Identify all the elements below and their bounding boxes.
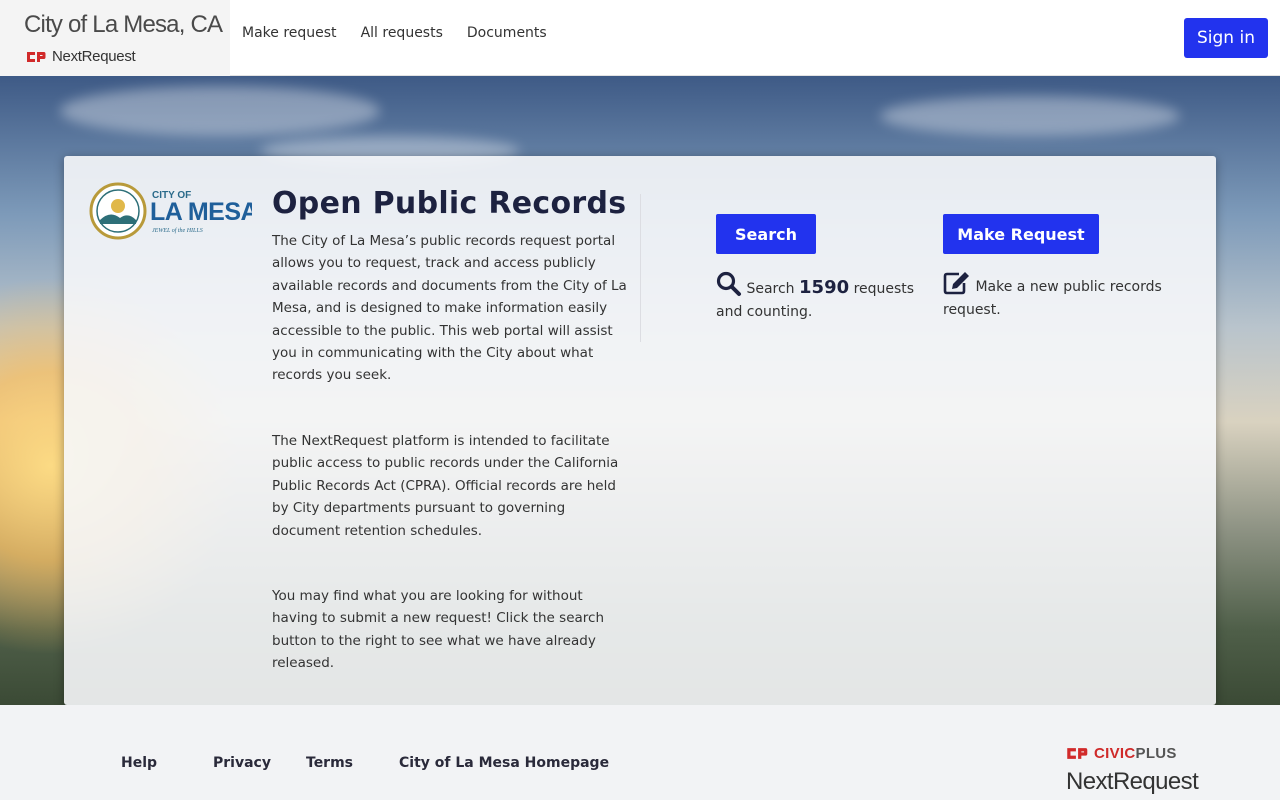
nav-documents[interactable]: Documents [467, 25, 547, 41]
civicplus-logo: CIVICPLUS [1066, 745, 1177, 762]
civicplus-logo-icon [1067, 748, 1088, 759]
nextrequest-logo-icon [27, 51, 46, 62]
edit-icon [943, 272, 969, 295]
civicplus-civic: CIVIC [1094, 745, 1136, 762]
cloud [880, 96, 1180, 136]
cloud [60, 86, 380, 136]
footer-terms-link[interactable]: Terms [306, 755, 353, 771]
make-request-desc-text: Make a new public records request. [943, 279, 1162, 318]
footer-privacy-link[interactable]: Privacy [213, 755, 271, 771]
civicplus-wordmark: CIVICPLUS [1094, 745, 1177, 762]
make-request-description: Make a new public records request. [943, 271, 1173, 322]
footer-help-link[interactable]: Help [121, 755, 157, 771]
hero-background: CITY OF LA MESA JEWEL of the HILLS Open … [0, 76, 1280, 705]
brand-block[interactable]: City of La Mesa, CA NextRequest [0, 0, 230, 76]
vertical-divider [640, 194, 641, 342]
city-title[interactable]: City of La Mesa, CA [24, 11, 223, 39]
seal-line3: JEWEL of the HILLS [152, 227, 203, 234]
sign-in-button[interactable]: Sign in [1184, 18, 1268, 58]
search-desc-prefix: Search [746, 281, 795, 297]
cpra-paragraph: The NextRequest platform is intended to … [272, 433, 619, 539]
footer-nextrequest-wordmark: NextRequest [1066, 768, 1199, 795]
la-mesa-seal-logo: CITY OF LA MESA JEWEL of the HILLS [89, 182, 252, 240]
main-nav: Make request All requests Documents [242, 25, 547, 41]
civicplus-plus: PLUS [1135, 745, 1177, 762]
nextrequest-brand: NextRequest [26, 48, 136, 65]
intro-paragraph: The City of La Mesa’s public records req… [272, 233, 627, 384]
seal-line2: LA MESA [150, 198, 252, 226]
search-icon [716, 271, 741, 296]
top-navbar: City of La Mesa, CA NextRequest Make req… [0, 0, 1280, 76]
make-request-button[interactable]: Make Request [943, 214, 1099, 254]
footer-homepage-link[interactable]: City of La Mesa Homepage [399, 755, 609, 771]
nav-all-requests[interactable]: All requests [361, 25, 443, 41]
intro-panel: CITY OF LA MESA JEWEL of the HILLS Open … [64, 156, 1216, 705]
page-title: Open Public Records [272, 186, 627, 221]
search-button[interactable]: Search [716, 214, 816, 254]
search-hint-paragraph: You may find what you are looking for wi… [272, 588, 605, 672]
request-count: 1590 [799, 277, 850, 298]
search-description: Search 1590 requests and counting. [716, 271, 916, 324]
footer: Help Privacy Terms City of La Mesa Homep… [0, 705, 1280, 800]
nav-make-request[interactable]: Make request [242, 25, 337, 41]
brand-sub-label: NextRequest [52, 48, 136, 65]
